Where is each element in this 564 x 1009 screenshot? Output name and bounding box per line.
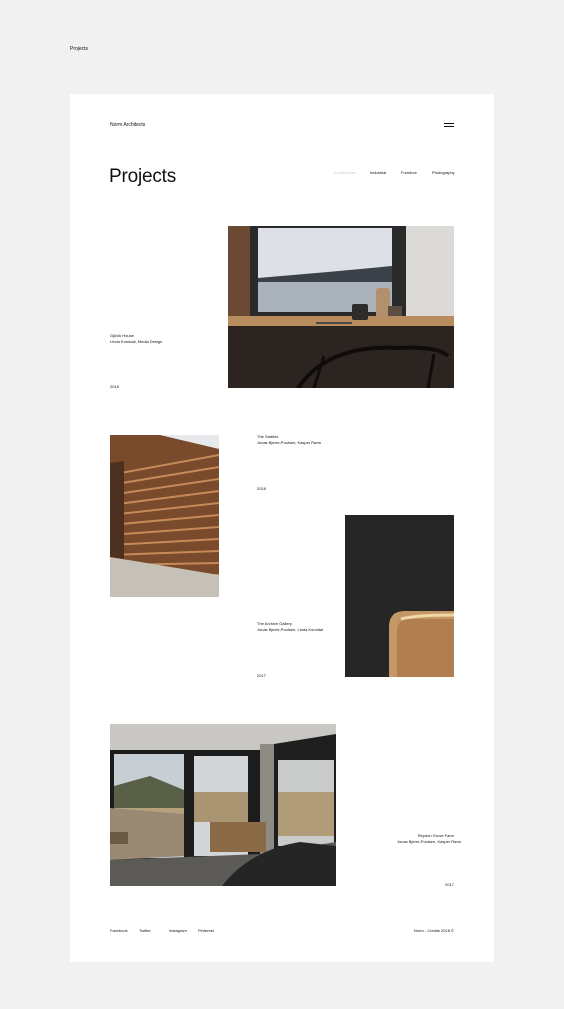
project-year: 2018 [257,486,266,491]
project-info[interactable]: The Archive Gallery Jonas Bjerre-Poulsen… [257,621,323,633]
hamburger-menu-icon[interactable] [444,122,454,127]
filter-industrial[interactable]: Industrial [370,170,401,175]
footer-link-facebook[interactable]: Facebook [110,928,128,933]
site-card: Norm Architects Projects Architecture In… [70,94,494,962]
footer-copyright[interactable]: © 2018 Norm - Credits [413,928,454,933]
project-info[interactable]: Gjövik House Linda Kornidal, Media Desig… [110,333,162,345]
page-label: Projects [70,46,89,52]
filter-photography[interactable]: Photography [432,170,455,175]
project-credits: Jonas Bjerre-Poulsen, Kasper Rønn [257,440,322,445]
project-image-wooden-slats[interactable] [110,435,219,597]
project-year: 2017 [445,882,454,887]
filter-furniture[interactable]: Furniture [401,170,432,175]
brand-logo[interactable]: Norm Architects [110,122,145,128]
filter-architecture[interactable]: Architecture [334,170,370,175]
category-filters: Architecture Industrial Furniture Photog… [334,170,455,175]
project-image-window-desk[interactable] [228,226,454,388]
project-year: 2017 [257,673,266,678]
project-year: 2018 [110,384,119,389]
project-image-lamp-detail[interactable] [345,515,454,677]
project-credits: Linda Kornidal, Media Design [110,339,163,344]
footer-link-pinterest[interactable]: Pinterest [198,928,214,933]
copyright-text: © 2018 Norm - Credits [413,928,454,933]
project-credits: Jonas Bjerre-Poulsen, Linda Kornidal [257,627,324,632]
footer-link-twitter[interactable]: Twitter [139,928,151,933]
page-title: Projects [109,166,177,187]
footer-link-instagram[interactable]: Instagram [169,928,187,933]
project-info[interactable]: The Stables Jonas Bjerre-Poulsen, Kasper… [257,434,321,446]
project-credits: Jonas Bjerre-Poulsen, Kasper Rønn [397,839,462,844]
project-image-bedroom-view[interactable] [110,724,336,886]
project-info[interactable]: Reydon Grove Farm Jonas Bjerre-Poulsen, … [397,833,462,845]
